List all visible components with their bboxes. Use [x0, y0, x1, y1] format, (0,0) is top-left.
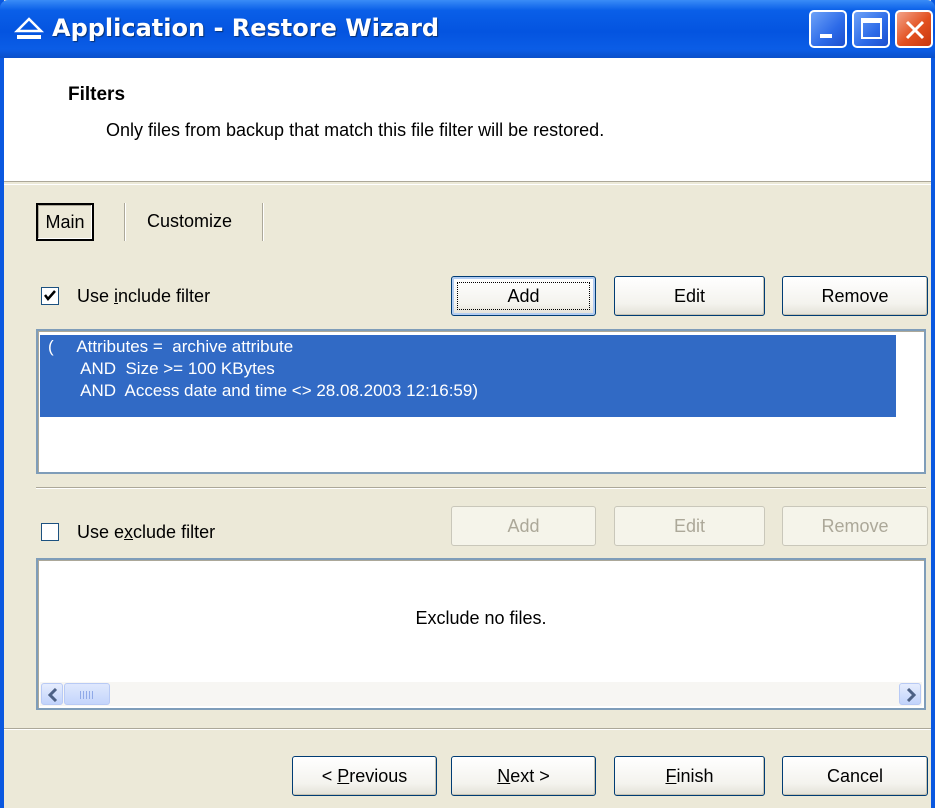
include-add-button[interactable]: Add	[451, 276, 596, 316]
include-edit-button[interactable]: Edit	[614, 276, 765, 316]
include-filter-label: Use include filter	[77, 285, 211, 306]
exclude-filter-checkbox[interactable]: Use exclude filter	[41, 521, 215, 543]
exclude-edit-button[interactable]: Edit	[614, 506, 765, 546]
exclude-filter-label: Use exclude filter	[77, 521, 216, 542]
include-checkbox-box[interactable]	[41, 287, 59, 305]
exclude-filter-list[interactable]: Exclude no files.	[36, 558, 926, 710]
include-filter-item[interactable]: ( Attributes = archive attribute AND Siz…	[40, 335, 896, 417]
chevron-right-icon	[906, 688, 917, 702]
filter-line: ( Attributes = archive attribute	[48, 337, 294, 356]
filter-line: AND Access date and time <> 28.08.2003 1…	[48, 381, 478, 400]
restore-wizard-window: Application - Restore Wizard Filters Onl…	[0, 0, 935, 808]
checkmark-icon	[44, 290, 56, 301]
maximize-icon	[861, 18, 882, 39]
close-icon	[905, 20, 925, 40]
include-filter-checkbox[interactable]: Use include filter	[41, 285, 210, 307]
chevron-left-icon	[47, 688, 58, 702]
filter-line: AND Size >= 100 KBytes	[48, 359, 275, 378]
scroll-thumb[interactable]	[64, 683, 110, 705]
previous-button[interactable]: < Previous	[292, 756, 437, 796]
empty-list-message: Exclude no files.	[415, 608, 547, 628]
exclude-remove-button[interactable]: Remove	[782, 506, 928, 546]
exclude-add-button[interactable]: Add	[451, 506, 596, 546]
window-title: Application - Restore Wizard	[52, 14, 440, 42]
exclude-checkbox-box[interactable]	[41, 523, 59, 541]
wizard-header: Filters Only files from backup that matc…	[4, 58, 931, 182]
tab-separator	[124, 203, 126, 241]
include-filter-list[interactable]: ( Attributes = archive attribute AND Siz…	[36, 329, 926, 474]
scroll-left-button[interactable]	[41, 683, 63, 705]
eject-icon	[14, 17, 44, 39]
include-remove-button[interactable]: Remove	[782, 276, 928, 316]
cancel-button[interactable]: Cancel	[782, 756, 928, 796]
grip-icon	[80, 691, 94, 699]
horizontal-scrollbar[interactable]	[40, 682, 922, 706]
page-description: Only files from backup that match this f…	[106, 120, 605, 140]
next-button[interactable]: Next >	[451, 756, 596, 796]
scroll-right-button[interactable]	[899, 683, 921, 705]
tab-main[interactable]: Main	[36, 203, 94, 241]
focus-rectangle	[457, 282, 590, 310]
tab-customize[interactable]: Customize	[147, 203, 247, 241]
tab-separator	[262, 203, 264, 241]
minimize-icon	[820, 34, 832, 38]
section-divider	[36, 487, 926, 489]
title-bar[interactable]: Application - Restore Wizard	[0, 0, 935, 58]
close-button[interactable]	[895, 10, 933, 48]
finish-button[interactable]: Finish	[614, 756, 765, 796]
minimize-button[interactable]	[809, 10, 847, 48]
maximize-button[interactable]	[852, 10, 890, 48]
page-title: Filters	[68, 84, 126, 105]
